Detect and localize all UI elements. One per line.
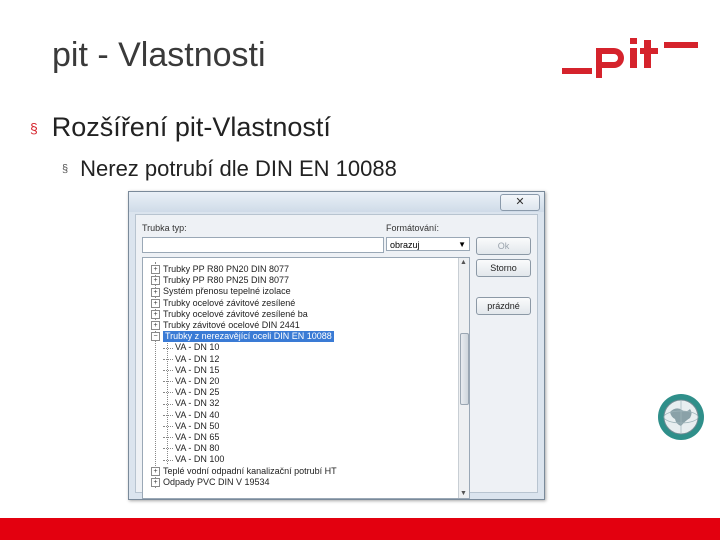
tree-leaf[interactable]: VA - DN 12 [163,354,219,365]
expand-icon[interactable]: + [151,309,160,319]
tree-node-label: VA - DN 15 [175,364,220,375]
tree-node-label: VA - DN 40 [175,409,220,420]
tree-node-label: VA - DN 50 [175,420,220,431]
tree-connector [163,392,173,394]
tree-connector [163,403,173,405]
tree-node-label: Trubky ocelové závitové zesílené [163,297,296,308]
tree-node-label: VA - DN 32 [175,398,220,409]
tree-leaf[interactable]: VA - DN 10 [163,342,219,353]
tree-connector [163,369,173,371]
tree-node[interactable]: + Teplé vodní odpadní kanalizační potrubí… [151,466,337,477]
scroll-thumb[interactable] [460,333,469,405]
tree-leaf[interactable]: VA - DN 50 [163,421,219,432]
expand-icon[interactable]: + [151,477,160,487]
tree-node[interactable]: − Trubky z nerezavějící oceli DIN EN 1008… [151,331,334,343]
tree-leaf[interactable]: VA - DN 40 [163,410,219,421]
tree-node-label: Trubky z nerezavějící oceli DIN EN 10088 [163,331,334,343]
tree-connector [163,381,173,383]
tree-node-label: Trubky PP R80 PN20 DIN 8077 [163,264,290,274]
footer-bar [0,518,720,540]
expand-icon[interactable]: + [151,298,160,308]
format-select-value: obrazuj [390,240,420,250]
collapse-icon[interactable]: − [151,332,160,342]
expand-icon[interactable]: + [151,265,160,275]
pipe-type-tree[interactable]: ▲ ▼ + Trubky PP R80 PN20 DIN 8077 + Trubky … [142,257,470,499]
format-select[interactable]: obrazuj ▼ [386,237,470,251]
tree-node-label: VA - DN 10 [175,342,220,353]
tree-node-label: Trubky ocelové závitové zesílené ba [163,308,308,319]
globe-icon [658,394,704,440]
tree-connector [163,414,173,416]
properties-dialog: ✕ Trubka typ: Formátování: obrazuj ▼ Ok … [128,191,545,500]
tree-node-label: VA - DN 25 [175,387,220,398]
tree-leaf[interactable]: VA - DN 100 [163,454,224,465]
tree-node-label: VA - DN 100 [175,454,225,465]
bullet-level-1: § Rozšíření pit-Vlastností [30,112,331,143]
tree-node[interactable]: + Odpady PVC DIN V 19534 [151,477,270,488]
bullet-mark: § [30,119,38,136]
scroll-down-icon[interactable]: ▼ [460,490,467,497]
tree-node[interactable]: + Trubky ocelové závitové zesílené [151,298,295,309]
tree-connector [163,448,173,450]
tree-leaf[interactable]: VA - DN 20 [163,376,219,387]
bullet-mark: § [62,163,69,175]
tree-node-label: VA - DN 12 [175,353,220,364]
tree-node-label: VA - DN 20 [175,376,220,386]
tree-node-label: Trubky závitové ocelové DIN 2441 [163,320,300,330]
tree-connector [163,347,173,349]
tree-connector [163,358,173,360]
bullet-level-2: § Nerez potrubí dle DIN EN 10088 [62,156,397,182]
chevron-down-icon: ▼ [458,240,466,249]
tree-node[interactable]: + Trubky ocelové závitové zesílené ba [151,309,308,320]
tree-scrollbar[interactable]: ▲ ▼ [458,258,469,498]
tree-node-label: Teplé vodní odpadní kanalizační potrubí … [163,465,337,476]
tree-node-label: Systém přenosu tepelné izolace [163,286,291,297]
format-label: Formátování: [386,223,440,233]
close-button[interactable]: ✕ [500,194,540,211]
empty-button[interactable]: prázdné [476,297,531,315]
tree-connector [163,437,173,439]
dialog-titlebar: ✕ [129,192,544,212]
tree-node-label: VA - DN 80 [175,443,220,454]
tree-leaf[interactable]: VA - DN 25 [163,387,219,398]
tree-node-label: Trubky PP R80 PN25 DIN 8077 [163,275,290,286]
tree-node[interactable]: + Trubky PP R80 PN20 DIN 8077 [151,264,289,275]
bullet-text: Nerez potrubí dle DIN EN 10088 [80,156,397,181]
tree-connector [163,425,173,427]
pipe-type-label: Trubka typ: [142,223,187,233]
tree-leaf[interactable]: VA - DN 65 [163,432,219,443]
tree-node[interactable]: + Trubky PP R80 PN25 DIN 8077 [151,275,289,286]
expand-icon[interactable]: + [151,321,160,331]
slide-title: pit - Vlastnosti [52,36,266,74]
cancel-button[interactable]: Storno [476,259,531,277]
tree-node-label: VA - DN 65 [175,432,220,442]
tree-leaf[interactable]: VA - DN 80 [163,443,219,454]
tree-node-label: Odpady PVC DIN V 19534 [163,476,270,487]
pit-logo [562,38,698,78]
tree-leaf[interactable]: VA - DN 32 [163,398,219,409]
dialog-body: Trubka typ: Formátování: obrazuj ▼ Ok St… [135,214,538,499]
tree-node[interactable]: + Trubky závitové ocelové DIN 2441 [151,320,300,331]
bullet-text: Rozšíření pit-Vlastností [51,112,331,142]
expand-icon[interactable]: + [151,466,160,476]
expand-icon[interactable]: + [151,287,160,297]
tree-leaf[interactable]: VA - DN 15 [163,365,219,376]
expand-icon[interactable]: + [151,276,160,286]
ok-button[interactable]: Ok [476,237,531,255]
tree-connector [163,459,173,461]
scroll-up-icon[interactable]: ▲ [460,259,467,266]
pipe-type-input[interactable] [142,237,384,253]
tree-node[interactable]: + Systém přenosu tepelné izolace [151,286,291,297]
